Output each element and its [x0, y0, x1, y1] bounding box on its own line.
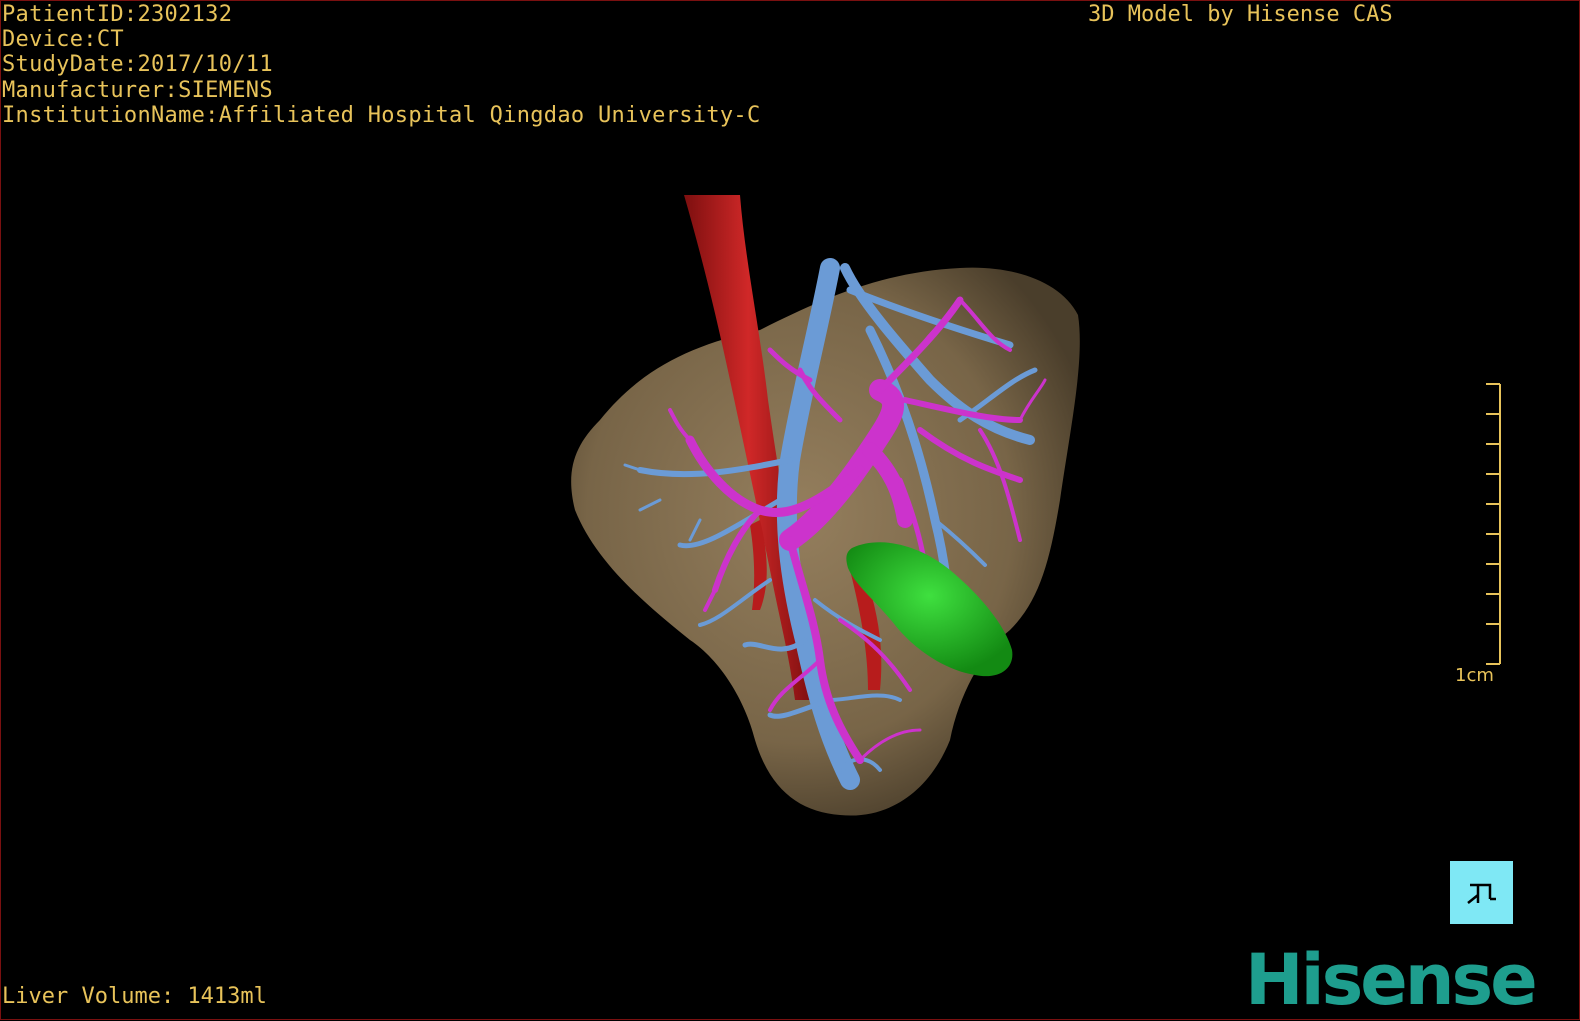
scale-bar-label: 1cm	[1455, 665, 1494, 686]
3d-liver-viewport[interactable]	[0, 0, 1580, 1020]
scale-bar	[1486, 383, 1501, 665]
device: Device:CT	[2, 27, 124, 53]
orientation-button[interactable]	[1450, 861, 1513, 924]
study-date: StudyDate:2017/10/11	[2, 52, 273, 78]
orientation-figure-icon	[1466, 883, 1496, 904]
patient-id: PatientID:2302132	[2, 2, 233, 27]
hisense-logo: Hisense	[1245, 939, 1538, 1021]
model-credit: 3D Model by Hisense CAS	[1088, 2, 1393, 27]
manufacturer: Manufacturer:SIEMENS	[2, 77, 273, 103]
liver-volume: Liver Volume: 1413ml	[2, 984, 267, 1009]
institution-name: InstitutionName:Affiliated Hospital Qing…	[2, 102, 761, 128]
patient-info-overlay: PatientID:2302132 Device:CT StudyDate:2017…	[2, 2, 761, 128]
